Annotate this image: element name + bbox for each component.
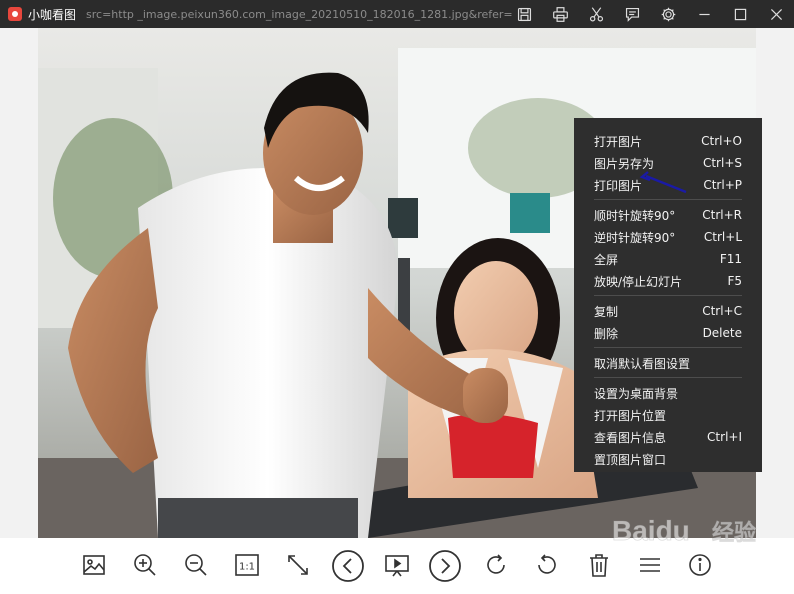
actual-size-label: 1:1 <box>239 562 255 573</box>
annotation-arrow <box>639 171 687 194</box>
context-menu-item[interactable]: 设置为桌面背景 <box>574 382 762 404</box>
menu-item-label: 全屏 <box>594 252 619 267</box>
context-menu-item[interactable]: 逆时针旋转90° Ctrl+L <box>574 226 762 248</box>
slideshow-icon <box>385 555 409 577</box>
context-menu-item[interactable]: 放映/停止幻灯片 F5 <box>574 270 762 292</box>
menu-separator <box>594 347 742 348</box>
baidu-watermark: Baidu 经验 jingyan.baidu.com <box>612 515 756 556</box>
zoom-in-icon <box>134 554 156 576</box>
watermark-brand: Baidu <box>612 515 690 546</box>
image-icon <box>83 555 105 575</box>
next-button[interactable] <box>429 550 461 582</box>
delete-icon <box>590 554 608 577</box>
delete-button[interactable] <box>586 552 612 578</box>
menu-item-label: 顺时针旋转90° <box>594 208 676 223</box>
title-bar: 小咖看图 src=http _image.peixun360.com_image… <box>0 0 794 28</box>
zoom-out-button[interactable] <box>183 552 209 578</box>
app-title: 小咖看图 <box>28 7 77 22</box>
settings-icon <box>661 7 675 21</box>
menu-item-shortcut: Ctrl+P <box>703 178 742 192</box>
zoom-out-icon <box>185 554 207 576</box>
comment-button[interactable] <box>614 0 650 28</box>
menu-item-shortcut: Ctrl+O <box>701 134 742 148</box>
maximize-button[interactable] <box>722 0 758 28</box>
rotate-clockwise-icon <box>487 554 505 574</box>
menu-item-label: 打开图片位置 <box>594 408 667 423</box>
rotate-counterclockwise-icon <box>538 554 556 574</box>
menu-item-label: 取消默认看图设置 <box>594 356 691 371</box>
menu-item-label: 删除 <box>594 326 619 341</box>
menu-item-label: 放映/停止幻灯片 <box>594 274 683 289</box>
menu-item-shortcut: Ctrl+L <box>703 230 742 244</box>
cut-icon <box>589 6 603 21</box>
context-menu-item[interactable]: 顺时针旋转90° Ctrl+R <box>574 204 762 226</box>
save-button[interactable] <box>506 0 542 28</box>
fit-window-button[interactable] <box>285 552 311 578</box>
rotate-clockwise-button[interactable] <box>483 552 509 578</box>
context-menu-item[interactable]: 删除 Delete <box>574 322 762 344</box>
menu-separator <box>594 295 742 296</box>
previous-button[interactable] <box>332 550 364 582</box>
menu-item-shortcut: F11 <box>719 252 742 266</box>
image-source-path: src=http _image.peixun360.com_image_2021… <box>86 7 513 21</box>
slideshow-button[interactable] <box>384 552 410 578</box>
comment-icon <box>625 7 639 22</box>
fit-window-icon <box>288 555 308 575</box>
app-logo-icon <box>8 7 22 21</box>
previous-icon <box>332 550 364 582</box>
print-icon <box>552 6 568 22</box>
close-icon <box>770 8 782 20</box>
menu-separator <box>594 199 742 200</box>
close-button[interactable] <box>758 0 794 28</box>
menu-item-label: 逆时针旋转90° <box>594 230 676 245</box>
menu-item-shortcut: Ctrl+S <box>702 156 742 170</box>
menu-item-shortcut: Ctrl+R <box>702 208 742 222</box>
context-menu-item[interactable]: 全屏 F11 <box>574 248 762 270</box>
menu-separator <box>594 377 742 378</box>
minimize-button[interactable] <box>686 0 722 28</box>
next-icon <box>429 550 461 582</box>
menu-item-shortcut: Ctrl+C <box>702 304 742 318</box>
minimize-icon <box>698 13 710 15</box>
actual-size-icon: 1:1 <box>235 554 259 576</box>
context-menu-item[interactable]: 复制 Ctrl+C <box>574 300 762 322</box>
open-image-button[interactable] <box>81 552 107 578</box>
menu-item-label: 查看图片信息 <box>594 430 667 445</box>
menu-item-label: 复制 <box>594 304 619 319</box>
menu-item-label: 设置为桌面背景 <box>594 386 679 401</box>
menu-item-label: 置顶图片窗口 <box>594 452 667 467</box>
context-menu-item[interactable]: 取消默认看图设置 <box>574 352 762 374</box>
menu-item-label: 打开图片 <box>594 134 643 149</box>
menu-item-shortcut: Ctrl+I <box>707 430 742 444</box>
actual-size-button[interactable]: 1:1 <box>234 552 260 578</box>
context-menu-item[interactable]: 查看图片信息 Ctrl+I <box>574 426 762 448</box>
context-menu-item[interactable]: 打开图片位置 <box>574 404 762 426</box>
print-button[interactable] <box>542 0 578 28</box>
watermark-suffix: 经验 <box>712 520 756 546</box>
watermark-url: jingyan.baidu.com <box>671 547 755 556</box>
menu-item-shortcut: F5 <box>727 274 742 288</box>
save-icon <box>517 7 531 21</box>
context-menu-item[interactable]: 打开图片 Ctrl+O <box>574 130 762 152</box>
menu-item-label: 打印图片 <box>594 178 643 193</box>
rotate-counterclockwise-button[interactable] <box>534 552 560 578</box>
zoom-in-button[interactable] <box>132 552 158 578</box>
maximize-icon <box>734 8 746 20</box>
cut-button[interactable] <box>578 0 614 28</box>
menu-item-shortcut: Delete <box>702 326 742 340</box>
context-menu-item[interactable]: 置顶图片窗口 <box>574 448 762 470</box>
settings-button[interactable] <box>650 0 686 28</box>
